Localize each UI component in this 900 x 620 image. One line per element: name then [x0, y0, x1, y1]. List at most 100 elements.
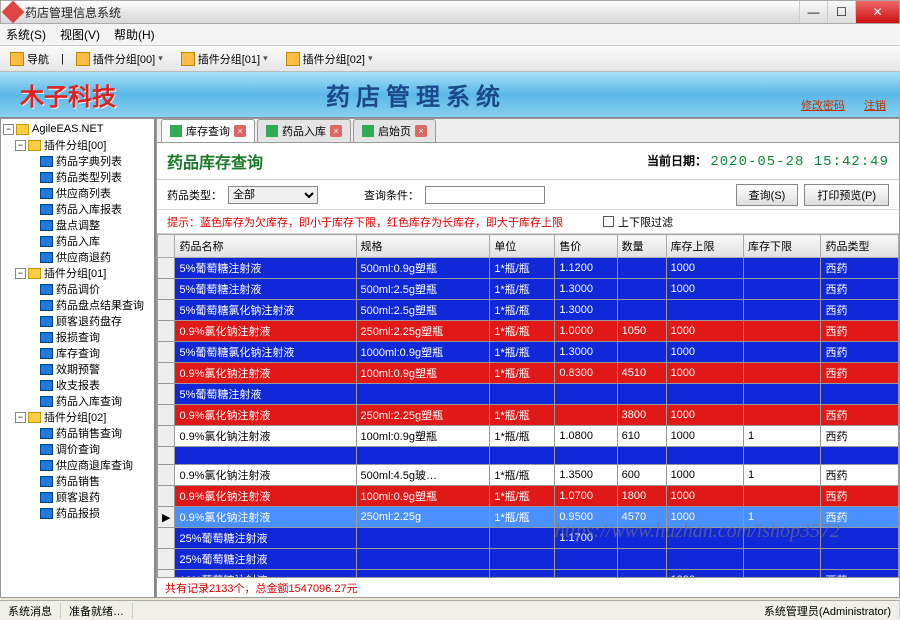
toolbar-group02[interactable]: 插件分组[02]▾	[280, 49, 379, 69]
module-icon	[40, 508, 53, 519]
tree-item[interactable]: 库存查询	[3, 345, 152, 361]
module-icon	[40, 364, 53, 375]
tree-item[interactable]: 顾客退药	[3, 489, 152, 505]
module-icon	[40, 252, 53, 263]
column-header[interactable]: 数量	[617, 235, 666, 258]
tab[interactable]: 库存查询×	[161, 119, 255, 142]
tree-item[interactable]: 药品入库	[3, 233, 152, 249]
table-row[interactable]: ▶0.9%氯化钠注射液250ml:2.25g1*瓶/瓶0.95004570100…	[158, 507, 899, 528]
change-password-link[interactable]: 修改密码	[801, 100, 845, 112]
table-row[interactable]: 0.9%氯化钠注射液500ml:4.5g玻…1*瓶/瓶1.35006001000…	[158, 465, 899, 486]
column-header[interactable]: 库存上限	[666, 235, 743, 258]
query-button[interactable]: 查询(S)	[736, 184, 799, 206]
column-header[interactable]: 售价	[555, 235, 617, 258]
table-row[interactable]: 5%葡萄糖注射液	[158, 384, 899, 405]
tree-item[interactable]: 供应商退库查询	[3, 457, 152, 473]
tree-item[interactable]: 药品销售查询	[3, 425, 152, 441]
tree-item[interactable]: 药品调价	[3, 281, 152, 297]
tree-item[interactable]: 药品入库报表	[3, 201, 152, 217]
folder-icon	[16, 124, 29, 135]
menu-help[interactable]: 帮助(H)	[114, 26, 155, 43]
tree-item[interactable]: 效期预警	[3, 361, 152, 377]
tree-item[interactable]: 药品类型列表	[3, 169, 152, 185]
table-row[interactable]: 5%葡萄糖氯化钠注射液1000ml:0.9g塑瓶1*瓶/瓶1.30001000西…	[158, 342, 899, 363]
table-row[interactable]: 25%葡萄糖注射液1.1700	[158, 528, 899, 549]
toolbar-group01[interactable]: 插件分组[01]▾	[175, 49, 274, 69]
window-titlebar: 药店管理信息系统 — ☐ ✕	[0, 0, 900, 24]
close-tab-icon[interactable]: ×	[415, 125, 427, 137]
column-header[interactable]: 规格	[356, 235, 490, 258]
table-row[interactable]: 5%葡萄糖注射液500ml:2.5g塑瓶1*瓶/瓶1.30001000西药	[158, 279, 899, 300]
close-button[interactable]: ✕	[855, 1, 899, 23]
collapse-icon[interactable]: −	[15, 412, 26, 423]
menu-system[interactable]: 系统(S)	[6, 26, 46, 43]
limit-filter-checkbox[interactable]: 上下限过滤	[603, 214, 673, 230]
tree-item[interactable]: 药品报损	[3, 505, 152, 521]
page-header: 药品库存查询 当前日期： 2020-05-28 15:42:49	[157, 143, 899, 180]
tree-item[interactable]: 报损查询	[3, 329, 152, 345]
toolbar-nav[interactable]: 导航	[4, 49, 55, 69]
collapse-icon[interactable]: −	[3, 124, 14, 135]
row-indicator	[158, 258, 175, 279]
logout-link[interactable]: 注销	[864, 100, 886, 112]
row-indicator	[158, 405, 175, 426]
status-left1: 系统消息	[0, 603, 61, 619]
print-preview-button[interactable]: 打印预览(P)	[804, 184, 889, 206]
tree-item[interactable]: 顾客退药盘存	[3, 313, 152, 329]
module-icon	[40, 236, 53, 247]
condition-input[interactable]	[425, 186, 545, 204]
date-label: 当前日期：	[647, 154, 707, 168]
table-row[interactable]: 5%葡萄糖注射液500ml:0.9g塑瓶1*瓶/瓶1.12001000西药	[158, 258, 899, 279]
tree-group02[interactable]: −插件分组[02]	[3, 409, 152, 425]
menu-view[interactable]: 视图(V)	[60, 26, 100, 43]
tree-item[interactable]: 药品字典列表	[3, 153, 152, 169]
hint-text: 提示：蓝色库存为欠库存，即小于库存下限，红色库存为长库存，即大于库存上限	[167, 214, 563, 230]
tree-item[interactable]: 药品盘点结果查询	[3, 297, 152, 313]
collapse-icon[interactable]: −	[15, 268, 26, 279]
tree-item[interactable]: 药品入库查询	[3, 393, 152, 409]
tree-item[interactable]: 供应商列表	[3, 185, 152, 201]
table-row[interactable]: 0.9%氯化钠注射液100ml:0.9g塑瓶1*瓶/瓶0.83004510100…	[158, 363, 899, 384]
module-icon	[40, 492, 53, 503]
column-header[interactable]: 药品类型	[821, 235, 899, 258]
close-tab-icon[interactable]: ×	[330, 125, 342, 137]
data-grid[interactable]: 药品名称规格单位售价数量库存上限库存下限药品类型 5%葡萄糖注射液500ml:0…	[157, 234, 899, 577]
table-row[interactable]: 0.9%氯化钠注射液250ml:2.25g塑瓶1*瓶/瓶1.0000105010…	[158, 321, 899, 342]
maximize-button[interactable]: ☐	[827, 1, 855, 23]
column-header[interactable]: 单位	[490, 235, 555, 258]
tree-root[interactable]: −AgileEAS.NET	[3, 121, 152, 137]
table-row[interactable]: 0.9%氯化钠注射液250ml:2.25g塑瓶1*瓶/瓶38001000西药	[158, 405, 899, 426]
column-header[interactable]: 库存下限	[744, 235, 821, 258]
tree-item[interactable]: 药品销售	[3, 473, 152, 489]
tab[interactable]: 药品入库×	[257, 119, 351, 142]
collapse-icon[interactable]: −	[15, 140, 26, 151]
close-tab-icon[interactable]: ×	[234, 125, 246, 137]
tree-item[interactable]: 盘点调整	[3, 217, 152, 233]
tab-bar: 库存查询×药品入库×启始页×	[157, 119, 899, 143]
tree-item[interactable]: 收支报表	[3, 377, 152, 393]
module-icon	[40, 460, 53, 471]
table-row[interactable]: 0.9%氯化钠注射液100ml:0.9g塑瓶1*瓶/瓶1.07001800100…	[158, 486, 899, 507]
type-select[interactable]: 全部	[228, 186, 318, 204]
condition-label: 查询条件：	[364, 187, 419, 203]
tree-item[interactable]: 调价查询	[3, 441, 152, 457]
tree-group00[interactable]: −插件分组[00]	[3, 137, 152, 153]
minimize-button[interactable]: —	[799, 1, 827, 23]
table-row[interactable]: 25%葡萄糖注射液	[158, 549, 899, 570]
hint-row: 提示：蓝色库存为欠库存，即小于库存下限，红色库存为长库存，即大于库存上限 上下限…	[157, 210, 899, 234]
tree-group01[interactable]: −插件分组[01]	[3, 265, 152, 281]
tree-item[interactable]: 供应商退药	[3, 249, 152, 265]
row-indicator	[158, 363, 175, 384]
table-row[interactable]: 0.9%氯化钠注射液100ml:0.9g塑瓶1*瓶/瓶1.08006101000…	[158, 426, 899, 447]
tab[interactable]: 启始页×	[353, 119, 436, 142]
chevron-down-icon: ▾	[263, 53, 268, 64]
row-indicator: ▶	[158, 507, 175, 528]
module-icon	[40, 284, 53, 295]
sidebar-tree[interactable]: −AgileEAS.NET −插件分组[00] 药品字典列表药品类型列表供应商列…	[0, 118, 156, 598]
column-header[interactable]: 药品名称	[175, 235, 356, 258]
table-row[interactable]: 10%葡萄糖注射液1000西药	[158, 570, 899, 578]
table-row[interactable]: 5%葡萄糖氯化钠注射液500ml:2.5g塑瓶1*瓶/瓶1.3000西药	[158, 300, 899, 321]
toolbar-group00[interactable]: 插件分组[00]▾	[70, 49, 169, 69]
table-row[interactable]	[158, 447, 899, 465]
folder-icon	[181, 52, 195, 66]
